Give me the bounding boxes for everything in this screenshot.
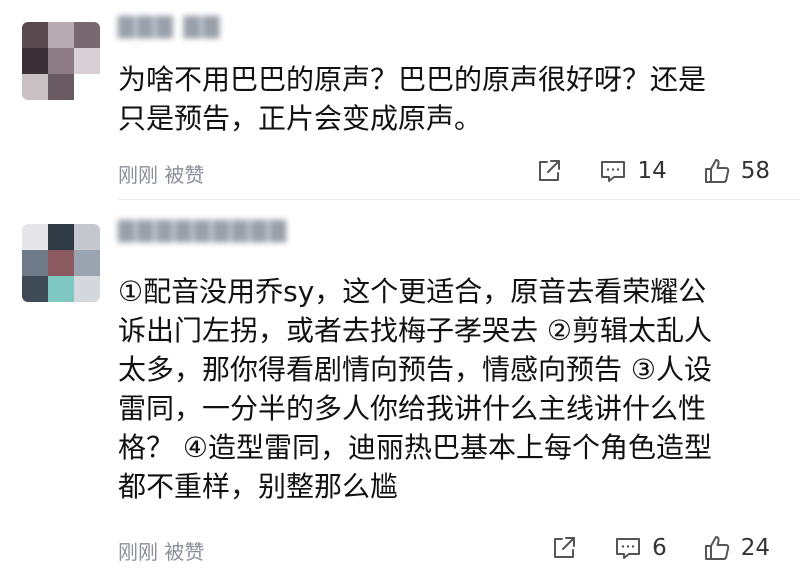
share-button[interactable]: [535, 157, 563, 185]
comment-icon: [599, 157, 627, 185]
reply-button[interactable]: 6: [614, 534, 667, 562]
share-button[interactable]: [550, 534, 578, 562]
comment-text-line: 格？ ④造型雷同，迪丽热巴基本上每个角色造型: [118, 431, 713, 464]
thumbs-up-icon: [703, 157, 731, 185]
reply-button[interactable]: 14: [599, 157, 667, 185]
username[interactable]: ▇▇▇ ▇▇: [118, 14, 222, 39]
comment-text-line: ①配音没用乔sy，这个更适合，原音去看荣耀公: [118, 275, 707, 308]
username[interactable]: ▇▇▇▇▇▇▇▇▇: [118, 218, 288, 243]
comment-item: ▇▇▇ ▇▇ 为啥不用巴巴的原声？巴巴的原声很好呀？还是 只是预告，正片会变成原…: [0, 0, 800, 196]
like-count: 58: [740, 158, 770, 184]
share-icon: [550, 534, 578, 562]
thumbs-up-icon: [703, 534, 731, 562]
comment-actions: 6 24: [514, 533, 770, 563]
share-icon: [535, 157, 563, 185]
comment-text-line: 为啥不用巴巴的原声？巴巴的原声很好呀？还是: [118, 63, 707, 96]
comment-icon: [614, 534, 642, 562]
comment-text-line: 只是预告，正片会变成原声。: [118, 102, 483, 135]
comment-text-line: 雷同，一分半的多人你给我讲什么主线讲什么性: [118, 392, 707, 425]
comment-text-line: 诉出门左拐，或者去找梅子孝哭去 ②剪辑太乱人: [118, 314, 713, 347]
comment-text: ①配音没用乔sy，这个更适合，原音去看荣耀公 诉出门左拐，或者去找梅子孝哭去 ②…: [118, 272, 778, 506]
reply-count: 6: [652, 535, 667, 561]
comment-text: 为啥不用巴巴的原声？巴巴的原声很好呀？还是 只是预告，正片会变成原声。: [118, 60, 778, 138]
divider: [118, 199, 800, 200]
comment-text-line: 都不重样，别整那么尴: [118, 470, 399, 503]
comment-text-line: 太多，那你得看剧情向预告，情感向预告 ③人设: [118, 353, 713, 386]
like-button[interactable]: 58: [703, 157, 770, 185]
comment-item: ▇▇▇▇▇▇▇▇▇ ①配音没用乔sy，这个更适合，原音去看荣耀公 诉出门左拐，或…: [0, 210, 800, 571]
like-count: 24: [740, 535, 770, 561]
comment-actions: 14 58: [499, 156, 770, 186]
comment-meta: 刚刚 被赞: [118, 540, 205, 564]
comment-meta: 刚刚 被赞: [118, 163, 205, 187]
reply-count: 14: [637, 158, 667, 184]
avatar[interactable]: [22, 22, 100, 100]
like-button[interactable]: 24: [703, 534, 770, 562]
avatar[interactable]: [22, 224, 100, 302]
